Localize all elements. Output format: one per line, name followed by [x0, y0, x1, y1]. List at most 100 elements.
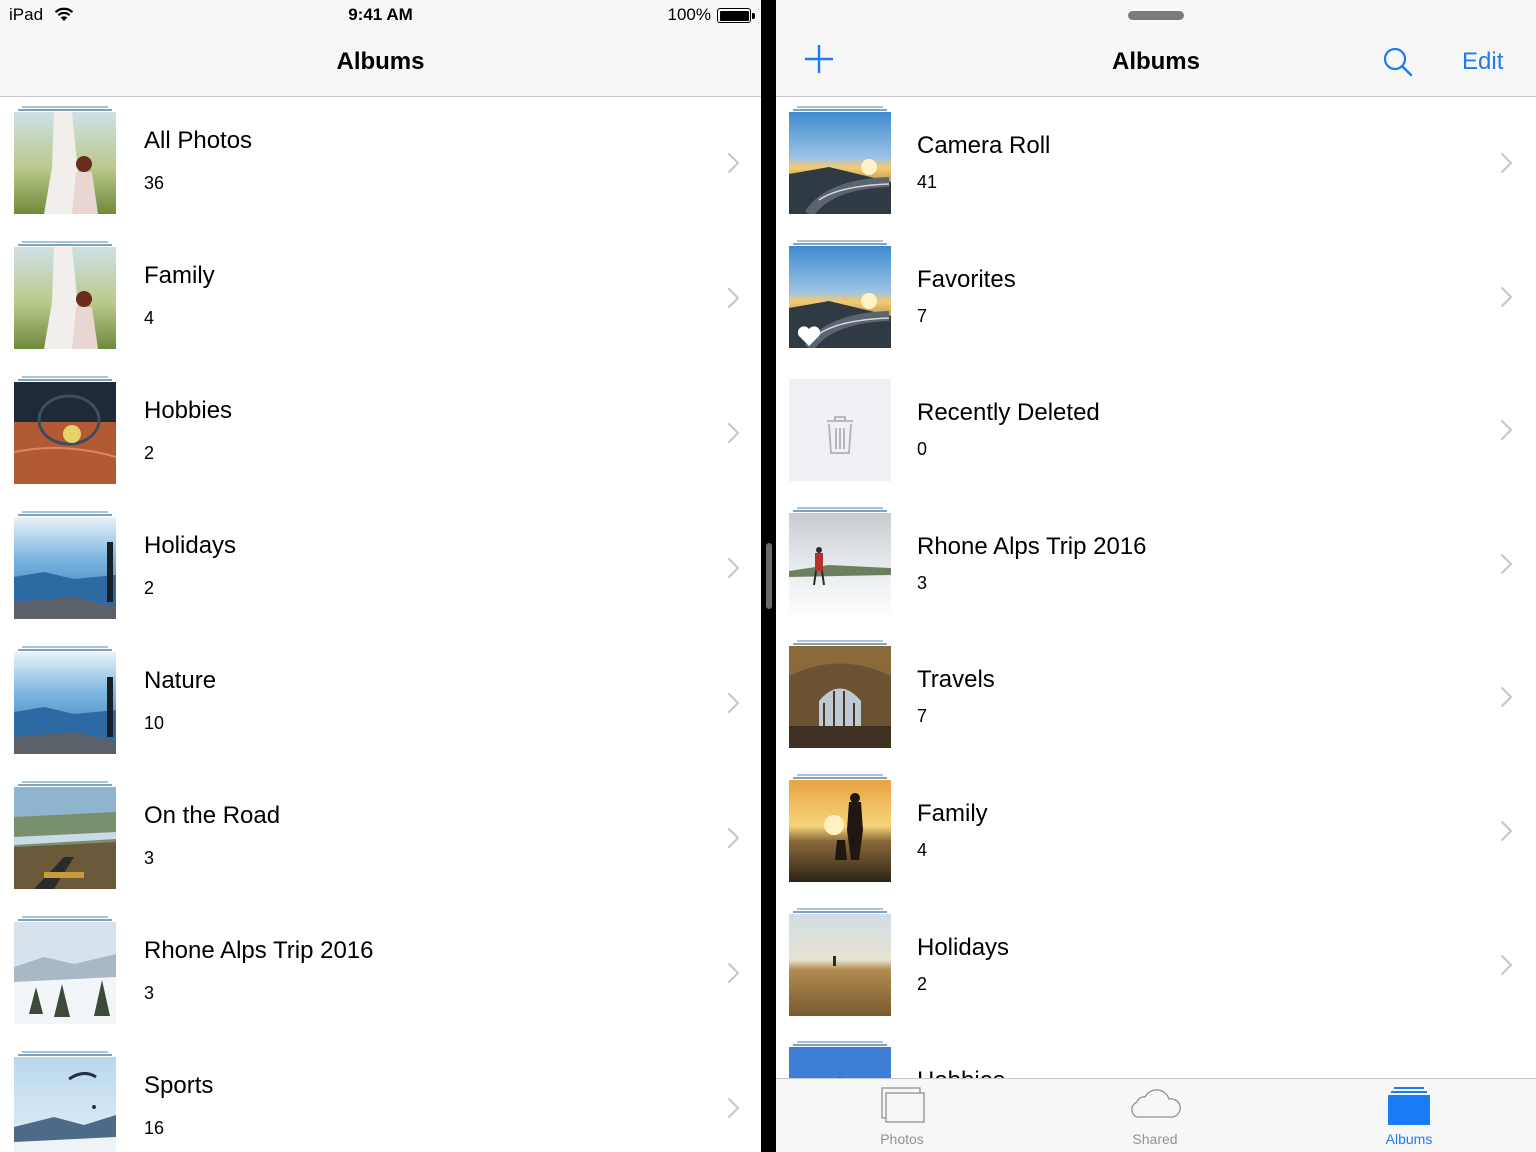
album-name: Nature [144, 667, 217, 694]
album-thumbnail [14, 106, 116, 214]
tab-bar: Photos Shared Albums [776, 1078, 1536, 1152]
chevron-right-icon [1500, 286, 1514, 308]
battery-percent: 100% [667, 5, 711, 24]
album-name: Recently Deleted [917, 399, 1100, 427]
album-count: 7 [917, 706, 928, 727]
search-icon[interactable] [1382, 46, 1414, 78]
right-pane: Albums Edit Camera Roll 41 Favorites 7 Recen… [776, 0, 1536, 1152]
split-view-divider[interactable] [761, 0, 776, 1152]
album-thumbnail [789, 239, 891, 348]
album-count: 16 [144, 1118, 165, 1138]
chevron-right-icon [727, 827, 741, 849]
album-row[interactable]: Favorites 7 [776, 231, 1536, 365]
album-thumbnail [14, 511, 116, 619]
chevron-right-icon [1500, 553, 1514, 575]
album-name: Favorites [917, 265, 1016, 293]
album-thumbnail [14, 646, 116, 754]
divider-handle[interactable] [766, 543, 772, 609]
album-name: Holidays [144, 532, 237, 559]
album-thumbnail [789, 640, 891, 749]
album-row[interactable]: Travels 7 [776, 631, 1536, 765]
album-row[interactable]: Rhone Alps Trip 2016 3 [0, 907, 761, 1042]
photos-icon [881, 1087, 925, 1123]
album-row[interactable]: Family 4 [0, 232, 761, 367]
right-nav-bar: Albums Edit [776, 0, 1536, 97]
cloud-icon [1131, 1089, 1181, 1118]
album-row[interactable]: On the Road 3 [0, 772, 761, 907]
album-count: 3 [917, 572, 928, 593]
album-row[interactable]: Rhone Alps Trip 2016 3 [776, 498, 1536, 632]
tab-label: Photos [880, 1131, 924, 1147]
album-name: Family [917, 800, 988, 827]
tab-photos[interactable]: Photos [832, 1079, 972, 1152]
slide-over-grabber[interactable] [1128, 11, 1184, 20]
album-name: Hobbies [144, 397, 233, 424]
chevron-right-icon [727, 152, 741, 174]
tab-albums[interactable]: Albums [1339, 1079, 1479, 1152]
album-row[interactable]: All Photos 36 [0, 97, 761, 232]
album-name: Sports [144, 1072, 214, 1099]
chevron-right-icon [1500, 954, 1514, 976]
album-thumbnail [14, 376, 116, 484]
left-nav-bar: iPad 9:41 AM 100% Albums [0, 0, 761, 97]
album-thumbnail [789, 379, 891, 482]
album-row[interactable]: Holidays 2 [776, 899, 1536, 1033]
chevron-right-icon [727, 1097, 741, 1119]
album-count: 4 [144, 308, 155, 328]
album-row[interactable]: Nature 10 [0, 637, 761, 772]
chevron-right-icon [1500, 686, 1514, 708]
chevron-right-icon [1500, 820, 1514, 842]
album-name: On the Road [144, 802, 281, 829]
album-name: Holidays [917, 933, 1010, 961]
status-bar: iPad 9:41 AM 100% [0, 0, 761, 32]
edit-button[interactable]: Edit [1462, 48, 1503, 76]
tab-label: Shared [1132, 1131, 1178, 1147]
left-pane: iPad 9:41 AM 100% Albums All Photos 36 Fam… [0, 0, 761, 1152]
album-count: 36 [144, 173, 165, 193]
chevron-right-icon [727, 422, 741, 444]
albums-icon [1388, 1087, 1430, 1125]
chevron-right-icon [727, 962, 741, 984]
album-count: 41 [917, 172, 938, 192]
album-count: 4 [917, 840, 928, 860]
album-count: 0 [917, 439, 928, 460]
album-count: 3 [144, 983, 155, 1003]
album-row[interactable]: Family 4 [776, 765, 1536, 899]
tab-label: Albums [1385, 1131, 1433, 1147]
album-thumbnail [14, 916, 116, 1024]
album-name: Rhone Alps Trip 2016 [144, 937, 374, 964]
album-thumbnail [789, 506, 891, 615]
album-name: Camera Roll [917, 132, 1051, 159]
status-time: 9:41 AM [348, 5, 413, 24]
album-name: Rhone Alps Trip 2016 [917, 532, 1147, 560]
tab-shared[interactable]: Shared [1085, 1079, 1225, 1152]
chevron-right-icon [1500, 152, 1514, 174]
chevron-right-icon [727, 557, 741, 579]
album-thumbnail [789, 774, 891, 882]
album-thumbnail [14, 1051, 116, 1152]
album-count: 3 [144, 848, 155, 868]
album-count: 2 [144, 578, 155, 598]
album-count: 7 [917, 305, 928, 326]
battery-icon [717, 8, 755, 23]
album-thumbnail [789, 106, 891, 214]
album-thumbnail [789, 907, 891, 1016]
album-name: Family [144, 262, 215, 289]
chevron-right-icon [727, 692, 741, 714]
album-count: 2 [144, 443, 155, 463]
album-count: 10 [144, 713, 165, 733]
album-count: 2 [917, 973, 928, 994]
heart-icon [796, 325, 822, 347]
page-title: Albums [1111, 48, 1200, 75]
album-row[interactable]: Hobbies 2 [0, 367, 761, 502]
album-row[interactable]: Camera Roll 41 [776, 97, 1536, 231]
chevron-right-icon [1500, 419, 1514, 441]
chevron-right-icon [727, 287, 741, 309]
album-thumbnail [14, 241, 116, 349]
album-name: Travels [917, 666, 995, 694]
album-row[interactable]: Recently Deleted 0 [776, 364, 1536, 498]
album-name: All Photos [144, 127, 253, 154]
album-thumbnail [14, 781, 116, 889]
album-row[interactable]: Sports 16 [0, 1042, 761, 1152]
album-row[interactable]: Holidays 2 [0, 502, 761, 637]
